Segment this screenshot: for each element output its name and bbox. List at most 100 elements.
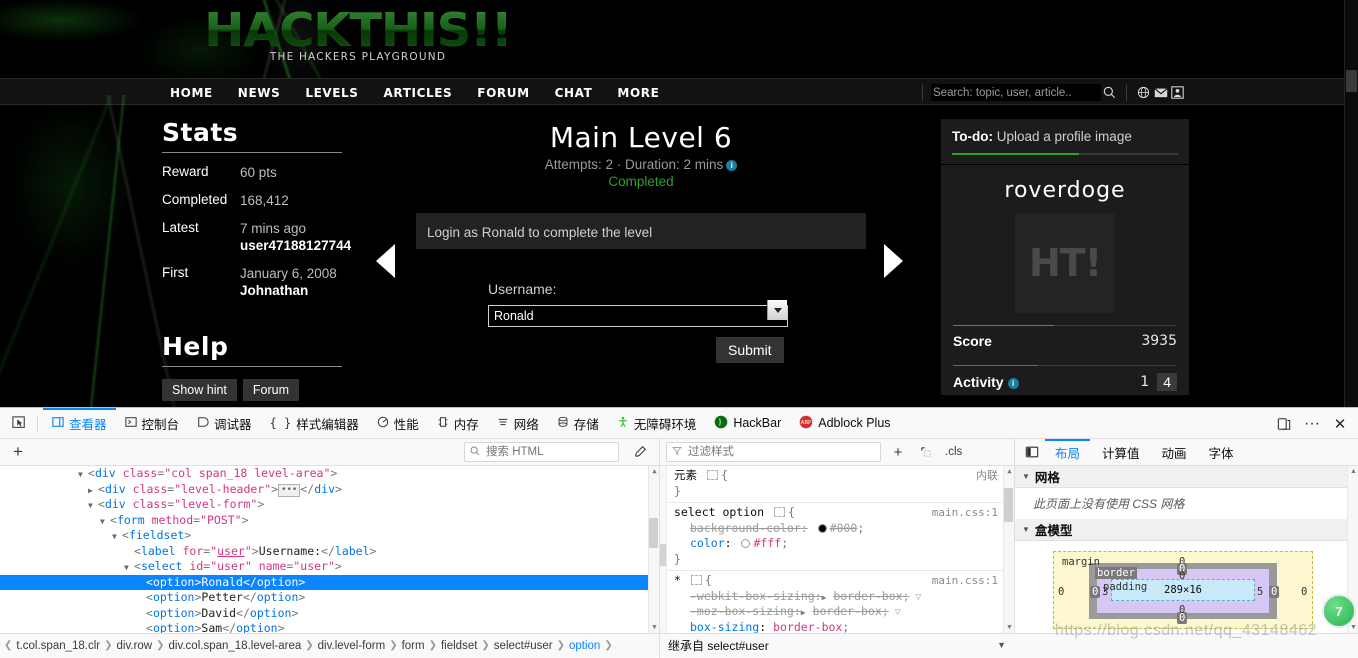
pseudo-toggle-icon[interactable] <box>706 470 718 480</box>
breadcrumb-scroll-right-icon[interactable]: ❯ <box>604 640 612 651</box>
markup-row[interactable]: <option>David</option> <box>0 606 659 622</box>
rule-selector[interactable]: 元素 <box>674 470 697 482</box>
tab-memory[interactable]: 内存 <box>428 408 488 439</box>
breadcrumb-item[interactable]: form <box>399 640 428 652</box>
avatar[interactable]: HT! <box>1015 213 1115 313</box>
markup-row[interactable]: <option>Petter</option> <box>0 590 659 606</box>
markup-row[interactable]: <label for="user">Username:</label> <box>0 544 659 560</box>
sidebar-toggle-icon[interactable] <box>1021 442 1043 462</box>
css-declaration[interactable]: -webkit-box-sizing:▶ border-box; ▽ <box>674 589 1010 605</box>
next-level-arrow-icon[interactable] <box>884 244 903 278</box>
nav-item-chat[interactable]: CHAT <box>555 86 593 100</box>
markup-row[interactable]: ▼ <div class="col span_18 level-area"> <box>0 466 659 482</box>
grid-section-header[interactable]: ▼ 网格 <box>1015 466 1358 488</box>
padding-right-value[interactable]: 5 <box>1257 586 1263 598</box>
nav-item-news[interactable]: NEWS <box>238 86 281 100</box>
filter-icon[interactable]: ▽ <box>916 590 922 606</box>
tab-performance[interactable]: 性能 <box>368 408 428 439</box>
markup-scrollbar-thumb[interactable] <box>649 518 658 548</box>
nav-item-more[interactable]: MORE <box>617 86 659 100</box>
profile-username[interactable]: roverdoge <box>953 178 1177 203</box>
markup-row[interactable]: ▼ <form method="POST"> <box>0 513 659 529</box>
markup-row[interactable]: ▶ <div class="level-header"> ••• </div> <box>0 482 659 498</box>
rule-origin[interactable]: 内联 <box>976 468 998 484</box>
layout-tab-layout[interactable]: 布局 <box>1045 439 1090 466</box>
pseudo-toggle-icon[interactable] <box>690 575 702 585</box>
expand-shorthand-icon[interactable]: ▶ <box>801 605 806 621</box>
margin-left-value[interactable]: 0 <box>1058 586 1064 598</box>
username-select[interactable]: Ronald Petter David Sam <box>488 305 788 327</box>
declaration-value[interactable]: #000 <box>830 521 858 535</box>
rule-origin[interactable]: main.css:1 <box>932 505 998 521</box>
padding-top-value[interactable]: 0 <box>1179 570 1185 582</box>
user-icon[interactable] <box>1169 84 1186 101</box>
declaration-value[interactable]: #fff <box>753 536 781 550</box>
scroll-up-icon[interactable]: ▲ <box>1005 467 1014 476</box>
info-icon[interactable]: i <box>726 160 738 171</box>
twisty-open-icon[interactable]: ▼ <box>112 529 122 545</box>
markup-tree[interactable]: ▼ <div class="col span_18 level-area"> ▶ <… <box>0 466 660 633</box>
css-filter-field[interactable] <box>666 442 881 462</box>
markup-row[interactable]: ▼ <select id="user" name="user"> <box>0 559 659 575</box>
markup-row[interactable]: ▼ <fieldset> <box>0 528 659 544</box>
show-hint-button[interactable]: Show hint <box>162 379 237 401</box>
breadcrumb-item-active[interactable]: option <box>566 640 603 652</box>
color-swatch[interactable] <box>741 539 751 548</box>
expand-shorthand-icon[interactable]: ▶ <box>822 590 827 606</box>
markup-row-selected[interactable]: <option>Ronald</option> <box>0 574 659 590</box>
status-badge[interactable]: 7 <box>1322 594 1356 628</box>
collapsed-children-icon[interactable]: ••• <box>278 483 301 497</box>
twisty-closed-icon[interactable]: ▶ <box>88 483 98 499</box>
declaration-property[interactable]: color <box>674 536 725 550</box>
site-logo[interactable]: HACKTHIS!! THE HACKERS PLAYGROUND <box>178 5 538 63</box>
declaration-value[interactable]: border-box <box>813 604 882 618</box>
search-input[interactable] <box>931 84 1101 101</box>
css-declaration[interactable]: -moz-box-sizing:▶ border-box; ▽ <box>674 604 1010 620</box>
tab-accessibility[interactable]: 无障碍环境 <box>608 408 706 439</box>
eyedropper-icon[interactable] <box>631 443 649 461</box>
breadcrumb-item[interactable]: t.col.span_18.clr <box>13 640 103 652</box>
html-search-input[interactable] <box>484 444 609 459</box>
rules-scrollbar[interactable]: ▲ ▼ <box>1003 466 1014 633</box>
envelope-icon[interactable] <box>1152 84 1169 101</box>
breadcrumb-item[interactable]: select#user <box>491 640 556 652</box>
css-filter-input[interactable] <box>686 445 871 459</box>
layout-tab-fonts[interactable]: 字体 <box>1199 439 1244 466</box>
breadcrumb-item[interactable]: div.row <box>114 640 156 652</box>
tab-inspector[interactable]: 查看器 <box>43 408 116 439</box>
breadcrumb-item[interactable]: div.col.span_18.level-area <box>166 640 305 652</box>
scroll-down-icon[interactable]: ▼ <box>1005 623 1014 632</box>
stat-value-sub[interactable]: user47188127744 <box>240 237 351 254</box>
css-declaration[interactable]: background-color: #000; <box>674 521 1010 537</box>
css-declaration[interactable]: color: #fff; <box>674 536 1010 552</box>
breadcrumb-scroll-left-icon[interactable]: ❮ <box>4 640 12 651</box>
toggle-pseudo-class-icon[interactable] <box>915 442 937 462</box>
submit-button[interactable]: Submit <box>716 337 784 363</box>
color-swatch[interactable] <box>817 523 827 533</box>
declaration-value[interactable]: border-box <box>833 589 902 603</box>
page-scrollbar[interactable] <box>1344 0 1358 407</box>
chevron-down-icon[interactable]: ▼ <box>997 640 1006 650</box>
page-scrollbar-thumb[interactable] <box>1346 70 1357 92</box>
twisty-open-icon[interactable]: ▼ <box>100 514 110 530</box>
info-icon[interactable]: i <box>1007 378 1019 389</box>
search-icon[interactable] <box>1101 84 1118 101</box>
declaration-property[interactable]: -moz-box-sizing <box>674 604 794 618</box>
rule-selector[interactable]: select option <box>674 505 764 519</box>
twisty-open-icon[interactable]: ▼ <box>124 560 134 576</box>
declaration-value[interactable]: border-box <box>773 620 842 634</box>
tab-debugger[interactable]: 调试器 <box>188 408 261 439</box>
css-declaration[interactable]: box-sizing: border-box; <box>674 620 1010 634</box>
todo-card[interactable]: To-do: Upload a profile image <box>941 119 1189 164</box>
tab-hackbar[interactable]: HackBar <box>705 408 790 439</box>
breadcrumb-item[interactable]: div.level-form <box>315 640 389 652</box>
rule-selector[interactable]: * <box>674 573 681 587</box>
tab-console[interactable]: 控制台 <box>116 408 189 439</box>
rules-h-scroll-thumb[interactable] <box>660 544 666 566</box>
breadcrumb-item[interactable]: fieldset <box>438 640 480 652</box>
add-node-icon[interactable]: + <box>6 440 30 464</box>
nav-item-articles[interactable]: ARTICLES <box>384 86 453 100</box>
tab-adblock-plus[interactable]: ABP Adblock Plus <box>790 408 899 439</box>
tab-storage[interactable]: 存储 <box>548 408 608 439</box>
declaration-property[interactable]: background-color <box>674 521 801 535</box>
